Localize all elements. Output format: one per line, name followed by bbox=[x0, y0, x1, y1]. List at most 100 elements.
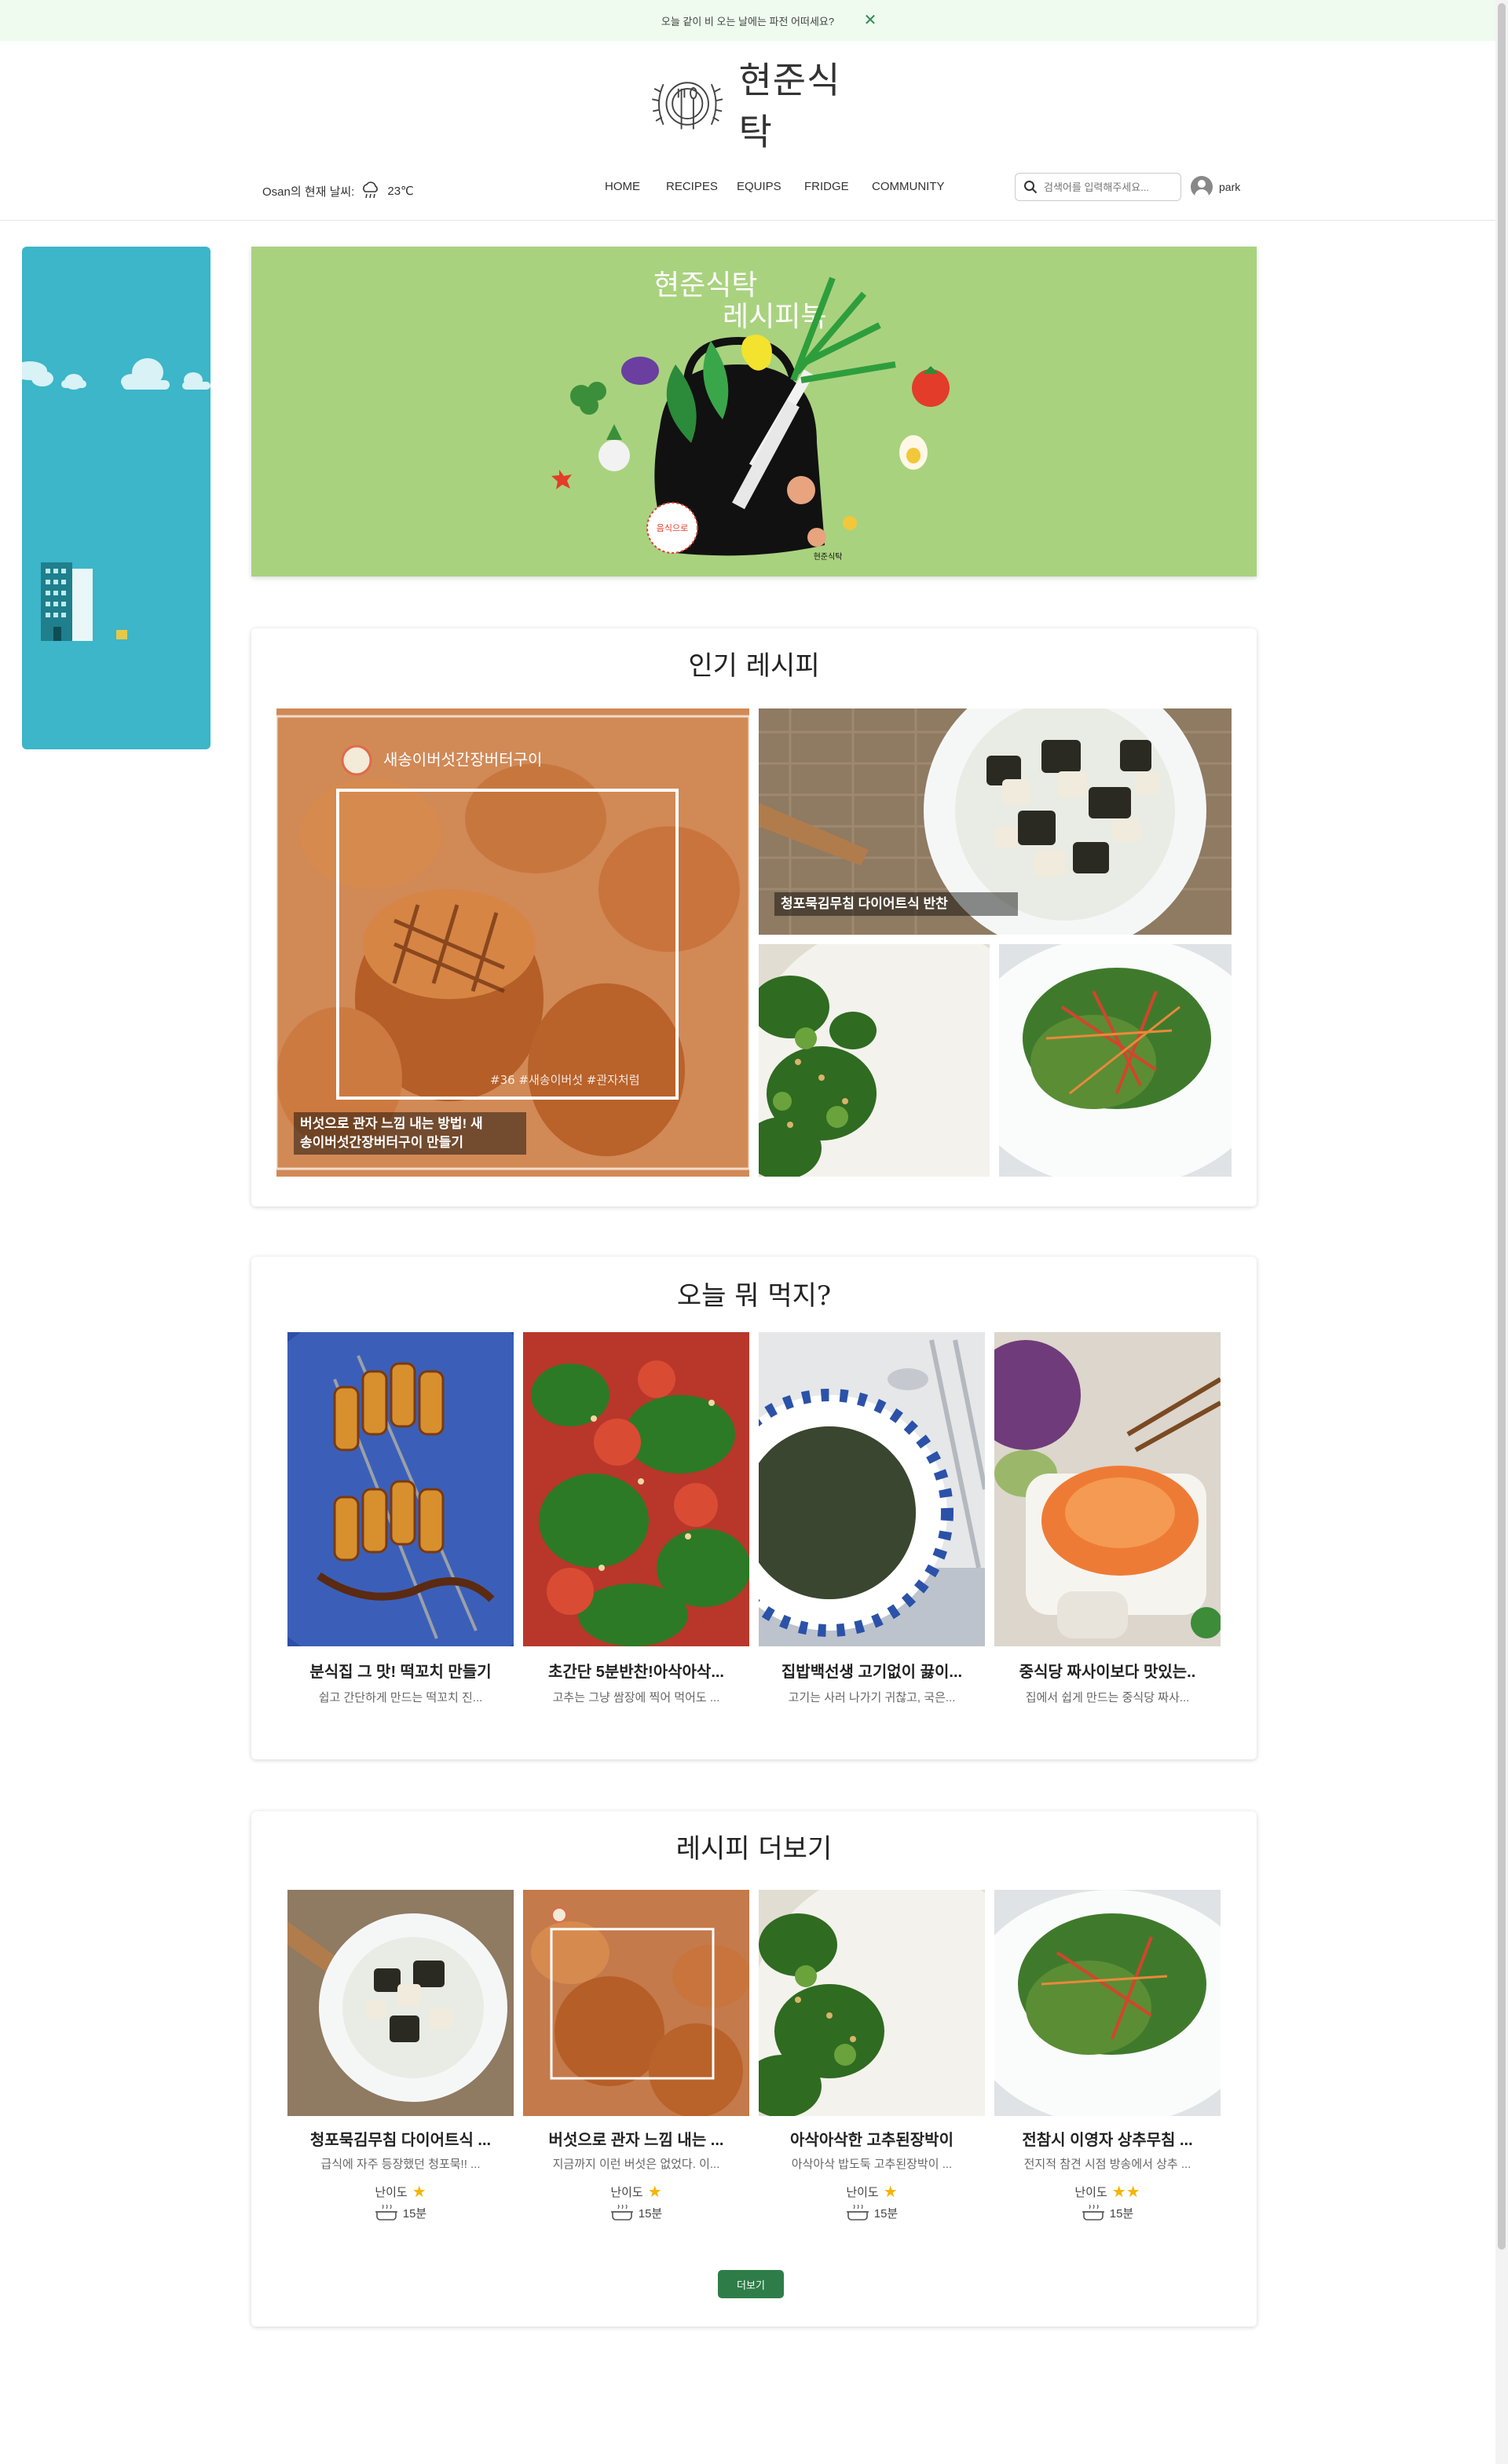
popular-photo-4[interactable] bbox=[999, 944, 1232, 1177]
more-item-desc-2: 지금까지 이런 버섯은 없었다. 이... bbox=[552, 2158, 720, 2171]
lettuce-salad-thumb bbox=[994, 1890, 1221, 2116]
weather-temperature: 23℃ bbox=[387, 185, 414, 198]
cooking-pot-icon bbox=[375, 2204, 397, 2221]
avatar[interactable] bbox=[1191, 176, 1213, 198]
radish-salad-image bbox=[994, 1332, 1221, 1646]
search-icon bbox=[1024, 181, 1038, 194]
more-item-desc-4: 전지적 참견 시점 방송에서 상추 ... bbox=[1023, 2158, 1191, 2171]
today-photo-1[interactable] bbox=[287, 1332, 514, 1646]
user-menu[interactable]: park bbox=[1191, 176, 1240, 198]
more-item-time-3: 15분 bbox=[759, 2204, 985, 2221]
hero-badge-text: 음식으로 bbox=[657, 523, 688, 533]
difficulty-stars: ★ bbox=[884, 2184, 898, 2200]
more-item-title-4[interactable]: 전참시 이영자 상추무침 ... bbox=[994, 2127, 1221, 2150]
plate-cutlery-icon bbox=[652, 82, 723, 130]
today-item-title-2[interactable]: 초간단 5분반찬!아삭아삭... bbox=[523, 1659, 749, 1682]
more-recipes-section: 레시피 더보기 청포묵김무침 다이어트식 ... 급식에 자주 등장했던 청포묵… bbox=[251, 1811, 1257, 2327]
more-button[interactable]: 더보기 bbox=[718, 2270, 784, 2298]
page-scrollbar[interactable] bbox=[1495, 0, 1508, 2464]
notice-bar: 오늘 같이 비 오는 날에는 파전 어떠세요? ✕ bbox=[0, 0, 1495, 41]
hero-brand-text: 현준식탁 bbox=[814, 552, 843, 562]
notice-text: 오늘 같이 비 오는 날에는 파전 어떠세요? bbox=[661, 15, 835, 27]
pepper-side-dish-image bbox=[759, 944, 990, 1177]
difficulty-label: 난이도 bbox=[610, 2186, 643, 2199]
cooking-pot-icon bbox=[610, 2204, 633, 2221]
site-logo[interactable]: 현준식탁 bbox=[641, 59, 869, 153]
popular-featured-photo[interactable]: 새송이버섯간장버터구이 #36 #새송이버섯 #관자처럼 버섯으로 관자 느낌 … bbox=[276, 708, 749, 1177]
popular-photo-3[interactable] bbox=[759, 944, 990, 1177]
more-item-desc-1: 급식에 자주 등장했던 청포묵!! ... bbox=[320, 2158, 481, 2171]
photo-2-caption: 청포묵김무침 다이어트식 반찬 bbox=[774, 892, 1018, 916]
more-item-desc-3: 아삭아삭 밥도둑 고추된장박이 ... bbox=[791, 2158, 953, 2171]
nav-home[interactable]: HOME bbox=[605, 180, 640, 193]
cook-time: 15분 bbox=[1109, 2206, 1134, 2221]
today-item-title-3[interactable]: 집밥백선생 고기없이 끓이... bbox=[759, 1659, 985, 1682]
more-title: 레시피 더보기 bbox=[675, 1833, 833, 1865]
today-item-title-4[interactable]: 중식당 짜사이보다 맛있는.. bbox=[994, 1659, 1221, 1682]
rain-cloud-icon bbox=[363, 181, 379, 199]
today-section: 오늘 뭐 먹지? 분식집 그 맛! 떡꼬치 만들기 쉽고 간단하게 만드는 떡꼬… bbox=[251, 1257, 1257, 1759]
more-photo-3[interactable] bbox=[759, 1890, 985, 2116]
difficulty-stars: ★ bbox=[412, 2184, 426, 2200]
cook-time: 15분 bbox=[638, 2206, 663, 2221]
more-photo-4[interactable] bbox=[994, 1890, 1221, 2116]
vegetable-bag-illustration: 음식으로 현준식탁 bbox=[551, 276, 950, 562]
today-item-title-1[interactable]: 분식집 그 맛! 떡꼬치 만들기 bbox=[287, 1659, 514, 1682]
nav-recipes[interactable]: RECIPES bbox=[666, 180, 718, 193]
city-illustration bbox=[22, 358, 210, 641]
more-item-title-2[interactable]: 버섯으로 관자 느낌 내는 ... bbox=[523, 2127, 749, 2150]
logo-text: 현준식탁 bbox=[738, 59, 841, 153]
star-icon: ★ bbox=[647, 2183, 662, 2201]
popular-photo-2[interactable]: 청포묵김무침 다이어트식 반찬 bbox=[759, 708, 1232, 935]
difficulty-label: 난이도 bbox=[1074, 2186, 1107, 2199]
header-divider bbox=[0, 220, 1495, 221]
more-item-difficulty-1: 난이도 ★ bbox=[287, 2184, 514, 2200]
lettuce-salad-image bbox=[999, 944, 1232, 1177]
nav-community[interactable]: COMMUNITY bbox=[872, 180, 945, 193]
today-photo-2[interactable] bbox=[523, 1332, 749, 1646]
mung-bean-jelly-thumb bbox=[287, 1890, 514, 2116]
nav-fridge[interactable]: FRIDGE bbox=[804, 180, 849, 193]
today-item-desc-1: 쉽고 간단하게 만드는 떡꼬치 진... bbox=[318, 1691, 483, 1704]
search-box[interactable] bbox=[1015, 173, 1181, 201]
more-photo-2[interactable] bbox=[523, 1890, 749, 2116]
star-icon: ★ bbox=[1111, 2183, 1126, 2201]
featured-caption: 버섯으로 관자 느낌 내는 방법! 새 송이버섯간장버터구이 만들기 bbox=[294, 1112, 526, 1155]
more-item-title-3[interactable]: 아삭아삭한 고추된장박이 bbox=[759, 2127, 985, 2150]
more-item-time-2: 15분 bbox=[523, 2204, 749, 2221]
more-item-difficulty-2: 난이도 ★ bbox=[523, 2184, 749, 2200]
featured-overlay-tags: #36 #새송이버섯 #관자처럼 bbox=[490, 1073, 640, 1087]
seaweed-soup-image bbox=[759, 1332, 985, 1646]
today-item-desc-3: 고기는 사러 나가기 귀찮고, 국은... bbox=[788, 1691, 956, 1704]
side-banner[interactable] bbox=[22, 247, 210, 749]
more-photo-1[interactable] bbox=[287, 1890, 514, 2116]
hero-banner[interactable]: 현준식탁 레시피북 음식으로 현준식탁 bbox=[251, 247, 1257, 577]
star-icon: ★ bbox=[883, 2183, 898, 2201]
today-photo-3[interactable] bbox=[759, 1332, 985, 1646]
more-item-title-1[interactable]: 청포묵김무침 다이어트식 ... bbox=[287, 2127, 514, 2150]
tteok-skewer-image bbox=[287, 1332, 514, 1646]
cooking-pot-icon bbox=[1082, 2204, 1104, 2221]
scrollbar-thumb[interactable] bbox=[1498, 3, 1506, 2250]
more-item-time-4: 15분 bbox=[994, 2204, 1221, 2221]
close-icon[interactable]: ✕ bbox=[861, 11, 880, 30]
pepper-side-dish-thumb bbox=[759, 1890, 985, 2116]
star-icon: ★ bbox=[1126, 2183, 1140, 2201]
nav-equips[interactable]: EQUIPS bbox=[737, 180, 781, 193]
more-item-difficulty-3: 난이도 ★ bbox=[759, 2184, 985, 2200]
spicy-pepper-image bbox=[523, 1332, 749, 1646]
cooking-pot-icon bbox=[846, 2204, 869, 2221]
scallop-mushroom-image: 새송이버섯간장버터구이 #36 #새송이버섯 #관자처럼 bbox=[276, 708, 749, 1177]
today-photo-4[interactable] bbox=[994, 1332, 1221, 1646]
weather-widget: Osan의 현재 날씨: 23℃ bbox=[262, 181, 414, 201]
popular-recipes-section: 인기 레시피 새송이버섯간장버터구이 #36 #새송이버섯 #관자처럼 버섯으로… bbox=[251, 628, 1257, 1206]
difficulty-stars: ★★ bbox=[1112, 2184, 1140, 2200]
difficulty-label: 난이도 bbox=[375, 2186, 408, 2199]
user-name[interactable]: park bbox=[1219, 181, 1240, 193]
more-item-difficulty-4: 난이도 ★★ bbox=[994, 2184, 1221, 2200]
difficulty-label: 난이도 bbox=[846, 2186, 879, 2199]
today-item-desc-2: 고추는 그냥 쌈장에 찍어 먹어도 ... bbox=[552, 1691, 720, 1704]
cook-time: 15분 bbox=[873, 2206, 899, 2221]
search-input[interactable] bbox=[1044, 181, 1169, 193]
today-title: 오늘 뭐 먹지? bbox=[676, 1280, 832, 1312]
